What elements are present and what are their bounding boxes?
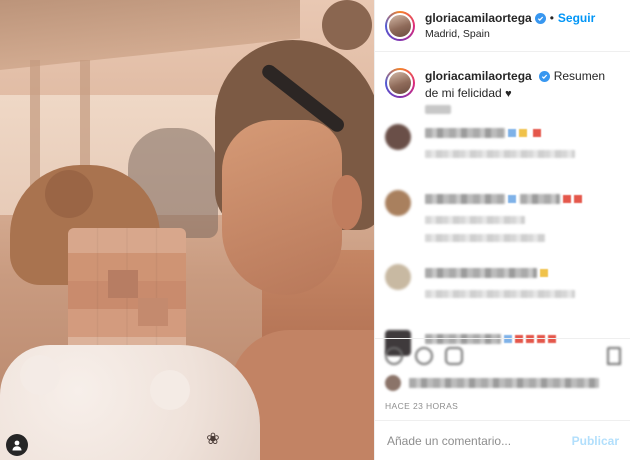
emoji bbox=[508, 195, 516, 203]
pixel-block bbox=[108, 270, 138, 298]
photo-woman-ear bbox=[332, 175, 362, 230]
follow-button[interactable]: Seguir bbox=[558, 11, 595, 25]
comment-meta-blurred bbox=[425, 290, 575, 298]
comment-avatar[interactable] bbox=[385, 264, 411, 290]
photo-woman-face bbox=[222, 120, 342, 295]
caption-username[interactable]: gloriacamilaortega bbox=[425, 69, 532, 83]
comments-list bbox=[385, 120, 629, 356]
share-icon[interactable] bbox=[445, 347, 463, 365]
dress-ruffle bbox=[150, 370, 190, 410]
add-comment-bar: Publicar bbox=[375, 420, 630, 460]
comment-meta-blurred bbox=[425, 150, 575, 158]
post-details-panel: gloriacamilaortega • Seguir Madrid, Spai… bbox=[374, 0, 630, 460]
heart-icon[interactable] bbox=[385, 347, 403, 365]
save-icon[interactable] bbox=[607, 347, 621, 365]
caption-heart-emoji: ♥ bbox=[505, 88, 512, 100]
user-tag-icon[interactable] bbox=[6, 434, 28, 456]
list-item bbox=[385, 186, 629, 252]
emoji bbox=[533, 129, 541, 137]
photo-child-bun bbox=[45, 170, 93, 218]
comment-blurred-text bbox=[425, 216, 525, 224]
comment-input[interactable] bbox=[387, 433, 572, 448]
comment-blurred-text bbox=[425, 268, 537, 278]
comment-meta-blurred bbox=[425, 234, 545, 242]
avatar[interactable] bbox=[385, 68, 415, 98]
verified-icon bbox=[538, 71, 550, 82]
emoji bbox=[574, 195, 582, 203]
post-timestamp: HACE 23 HORAS bbox=[385, 401, 459, 411]
likes-row bbox=[385, 373, 621, 393]
list-item bbox=[385, 260, 629, 326]
username-link[interactable]: gloriacamilaortega bbox=[425, 11, 532, 25]
comment-blurred-text bbox=[520, 194, 560, 204]
verified-icon bbox=[534, 12, 546, 24]
post-caption: gloriacamilaortega Resumen de mi felicida… bbox=[375, 52, 630, 103]
comment-icon[interactable] bbox=[415, 347, 433, 365]
comment-blurred-text bbox=[425, 128, 505, 138]
emoji bbox=[519, 129, 527, 137]
caption-text: gloriacamilaortega Resumen de mi felicida… bbox=[425, 68, 620, 103]
separator-dot: • bbox=[549, 11, 554, 25]
avatar[interactable] bbox=[385, 10, 415, 41]
publish-button[interactable]: Publicar bbox=[572, 434, 619, 448]
photo-hair-bun bbox=[322, 0, 372, 50]
avatar[interactable] bbox=[385, 375, 401, 391]
dress-ruffle bbox=[20, 355, 60, 395]
comment-avatar[interactable] bbox=[385, 124, 411, 150]
comment-avatar[interactable] bbox=[385, 190, 411, 216]
emoji bbox=[563, 195, 571, 203]
post-actions: HACE 23 HORAS bbox=[375, 338, 630, 411]
emoji bbox=[508, 129, 516, 137]
post-header: gloriacamilaortega • Seguir Madrid, Spai… bbox=[375, 0, 630, 52]
post-photo[interactable]: ❀ bbox=[0, 0, 374, 460]
flower-icon: ❀ bbox=[206, 431, 220, 448]
caption-time-blurred bbox=[425, 105, 451, 114]
list-item bbox=[385, 120, 629, 186]
likes-blurred-text[interactable] bbox=[409, 378, 599, 388]
comment-blurred-text bbox=[425, 194, 505, 204]
location-link[interactable]: Madrid, Spain bbox=[425, 28, 595, 40]
emoji bbox=[540, 269, 548, 277]
pixel-block bbox=[138, 298, 168, 326]
